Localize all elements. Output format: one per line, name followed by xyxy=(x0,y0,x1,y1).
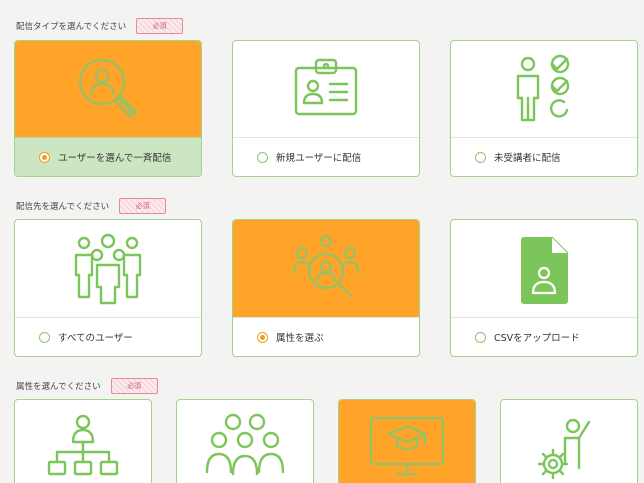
section-title-text: 配信先を選んでください xyxy=(16,202,110,212)
attribute-card-role[interactable] xyxy=(500,399,638,483)
attribute-card-team[interactable] xyxy=(176,399,314,483)
option-card-new-users[interactable]: 新規ユーザーに配信 xyxy=(232,40,420,177)
radio-button[interactable] xyxy=(39,151,50,163)
option-label: 未受講者に配信 xyxy=(494,153,561,164)
attribute-card-organization[interactable] xyxy=(14,399,152,483)
attribute-card-learning[interactable] xyxy=(338,399,476,483)
required-badge: 必須 xyxy=(110,378,158,394)
person-gear-icon xyxy=(501,400,637,483)
option-card-all-users[interactable]: すべてのユーザー xyxy=(14,219,202,357)
user-search-icon xyxy=(15,41,201,138)
option-label: 属性を選ぶ xyxy=(276,333,324,344)
section-title-text: 属性を選んでください xyxy=(16,382,101,392)
person-checklist-icon xyxy=(451,41,637,138)
csv-file-user-icon xyxy=(451,220,637,318)
section-title-delivery-target: 配信先を選んでください 必須 xyxy=(16,198,167,214)
option-label-area: すべてのユーザー xyxy=(15,317,201,356)
radio-button[interactable] xyxy=(475,331,486,343)
option-card-non-attendees[interactable]: 未受講者に配信 xyxy=(450,40,638,177)
id-badge-icon xyxy=(233,41,419,138)
required-badge: 必須 xyxy=(119,198,167,214)
option-label: CSVをアップロード xyxy=(494,333,580,344)
option-card-csv-upload[interactable]: CSVをアップロード xyxy=(450,219,638,357)
required-badge: 必須 xyxy=(136,18,184,34)
radio-button[interactable] xyxy=(39,331,50,343)
option-label-area: 属性を選ぶ xyxy=(233,317,419,356)
option-label: 新規ユーザーに配信 xyxy=(276,153,362,164)
radio-button[interactable] xyxy=(257,151,268,163)
online-graduate-icon xyxy=(339,400,475,483)
option-card-select-attributes[interactable]: 属性を選ぶ xyxy=(232,219,420,357)
section-title-text: 配信タイプを選んでください xyxy=(16,22,127,32)
org-chart-icon xyxy=(15,400,151,483)
option-label-area: ユーザーを選んで一斉配信 xyxy=(15,137,201,176)
radio-button[interactable] xyxy=(475,151,486,163)
section-title-attributes: 属性を選んでください 必須 xyxy=(16,378,158,394)
group-search-icon xyxy=(233,220,419,318)
option-card-select-users[interactable]: ユーザーを選んで一斉配信 xyxy=(14,40,202,177)
option-label-area: 新規ユーザーに配信 xyxy=(233,137,419,176)
option-label: すべてのユーザー xyxy=(58,333,133,344)
option-label-area: 未受講者に配信 xyxy=(451,137,637,176)
radio-button[interactable] xyxy=(257,331,268,343)
team-people-icon xyxy=(177,400,313,483)
option-label: ユーザーを選んで一斉配信 xyxy=(58,153,172,164)
section-title-delivery-type: 配信タイプを選んでください 必須 xyxy=(16,18,184,34)
option-label-area: CSVをアップロード xyxy=(451,317,637,356)
group-people-icon xyxy=(15,220,201,318)
